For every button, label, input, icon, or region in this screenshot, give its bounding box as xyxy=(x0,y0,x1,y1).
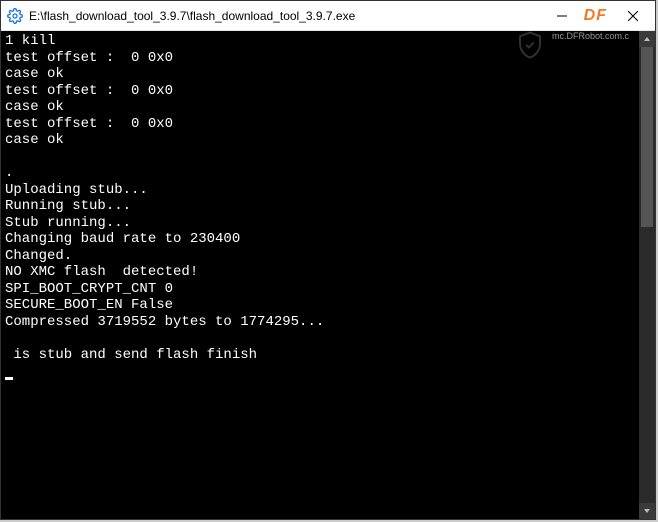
scroll-up-button[interactable] xyxy=(639,31,655,47)
cursor xyxy=(5,377,13,380)
gear-icon xyxy=(7,8,23,24)
console-output[interactable]: 1 kill test offset : 0 0x0 case ok test … xyxy=(1,31,639,519)
scroll-down-button[interactable] xyxy=(639,503,655,519)
titlebar: E:\flash_download_tool_3.9.7\flash_downl… xyxy=(1,1,655,31)
window-title: E:\flash_download_tool_3.9.7\flash_downl… xyxy=(29,9,355,23)
scrollbar[interactable] xyxy=(639,31,655,519)
scrollbar-thumb[interactable] xyxy=(641,47,653,227)
console-area: mc.DFRobot.com.c 1 kill test offset : 0 … xyxy=(1,31,655,519)
watermark-sub: mc.DFRobot.com.c xyxy=(552,31,629,41)
app-window: E:\flash_download_tool_3.9.7\flash_downl… xyxy=(0,0,656,520)
scrollbar-track[interactable] xyxy=(639,47,655,503)
watermark-brand: DF xyxy=(584,7,607,25)
minimize-button[interactable] xyxy=(540,1,584,31)
close-button[interactable] xyxy=(611,1,655,31)
